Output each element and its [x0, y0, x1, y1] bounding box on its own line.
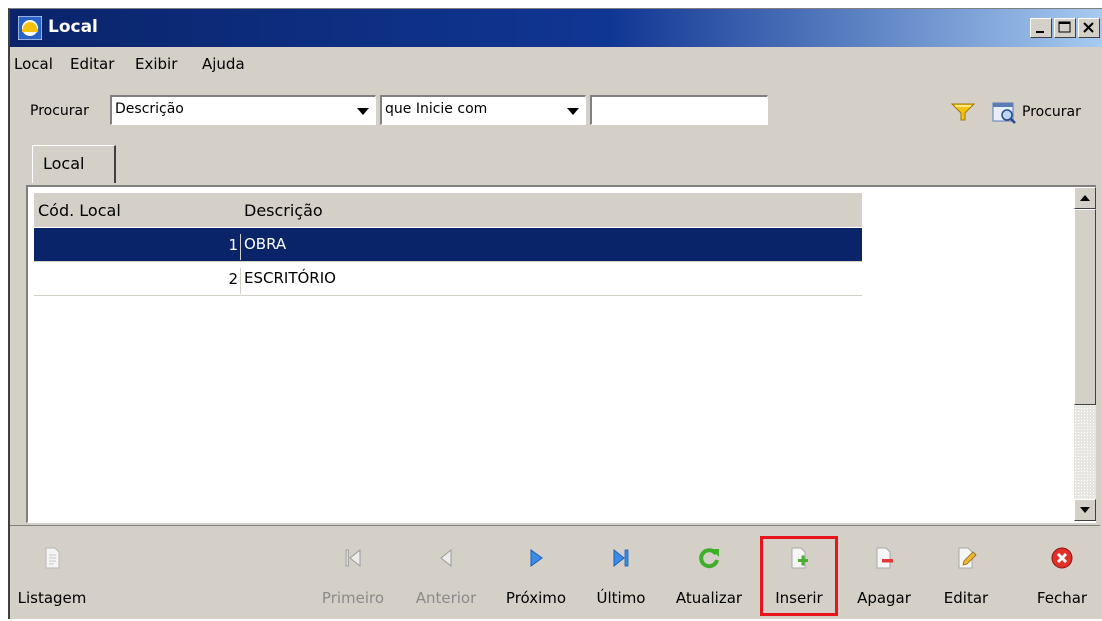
menu-ajuda[interactable]: Ajuda: [202, 55, 245, 73]
search-operator-select[interactable]: que Inicie com: [380, 95, 586, 125]
previous-record-icon: [440, 548, 452, 568]
close-icon: [1051, 547, 1073, 569]
first-record-icon: [345, 548, 361, 568]
title-bar[interactable]: Local: [10, 9, 1102, 47]
apagar-button[interactable]: Apagar: [848, 526, 920, 621]
edit-icon: [958, 547, 977, 569]
scroll-thumb[interactable]: [1074, 209, 1096, 405]
column-header-description[interactable]: Descrição: [244, 201, 323, 220]
search-button-label: Procurar: [1022, 104, 1081, 120]
menu-exibir[interactable]: Exibir: [135, 55, 177, 73]
proximo-label: Próximo: [505, 589, 567, 607]
inserir-highlight-box: [760, 536, 838, 616]
filter-icon[interactable]: [950, 101, 976, 123]
search-field-value: Descrição: [115, 101, 184, 117]
cell-description: ESCRITÓRIO: [240, 268, 336, 294]
editar-label: Editar: [943, 589, 989, 607]
menu-bar: Local Editar Exibir Ajuda: [10, 47, 1100, 81]
window-title: Local: [48, 17, 98, 37]
search-button[interactable]: Procurar: [992, 97, 1100, 127]
records-grid: Cód. Local Descrição 1 OBRA 2 ESCRITÓRIO: [26, 185, 1096, 523]
last-record-icon: [613, 548, 629, 568]
arrow-up-icon: [1080, 195, 1090, 201]
search-label: Procurar: [30, 103, 89, 119]
search-bar: Procurar Descrição que Inicie com Procur…: [10, 81, 1100, 131]
refresh-icon: [699, 548, 719, 569]
app-icon: [18, 16, 42, 40]
maximize-button[interactable]: [1054, 18, 1076, 38]
listagem-button[interactable]: Listagem: [10, 526, 94, 621]
editar-button[interactable]: Editar: [932, 526, 1000, 621]
primeiro-button[interactable]: Primeiro: [316, 526, 390, 621]
tab-strip: Local: [10, 131, 1100, 185]
tab-local[interactable]: Local: [32, 145, 116, 183]
ultimo-label: Último: [596, 589, 646, 607]
menu-editar[interactable]: Editar: [70, 55, 114, 73]
maximize-icon: [1058, 21, 1071, 33]
local-window: Local Local Editar Exibir Ajuda Procurar…: [8, 8, 1102, 619]
cell-code: 1: [228, 236, 238, 254]
vertical-scrollbar[interactable]: [1074, 187, 1096, 521]
atualizar-button[interactable]: Atualizar: [668, 526, 750, 621]
scroll-down-button[interactable]: [1074, 499, 1096, 521]
search-text-input[interactable]: [590, 95, 768, 125]
proximo-button[interactable]: Próximo: [498, 526, 574, 621]
close-window-button[interactable]: [1078, 18, 1100, 38]
cell-description: OBRA: [240, 234, 286, 260]
atualizar-label: Atualizar: [675, 589, 743, 607]
minimize-icon: [1036, 31, 1044, 33]
search-operator-value: que Inicie com: [385, 101, 488, 117]
fechar-button[interactable]: Fechar: [1024, 526, 1100, 621]
menu-local[interactable]: Local: [14, 55, 53, 73]
close-x-icon: [1083, 22, 1094, 33]
document-icon: [45, 547, 60, 569]
column-header-code[interactable]: Cód. Local: [38, 201, 121, 220]
anterior-button[interactable]: Anterior: [410, 526, 482, 621]
table-row[interactable]: 2 ESCRITÓRIO: [34, 262, 862, 296]
listagem-label: Listagem: [17, 589, 87, 607]
primeiro-label: Primeiro: [321, 589, 385, 607]
table-row[interactable]: 1 OBRA: [34, 228, 862, 262]
chevron-down-icon[interactable]: [567, 108, 579, 115]
delete-icon: [876, 547, 893, 569]
cell-code: 2: [228, 270, 238, 288]
records-table: Cód. Local Descrição 1 OBRA 2 ESCRITÓRIO: [34, 193, 862, 296]
arrow-down-icon: [1080, 507, 1090, 513]
anterior-label: Anterior: [415, 589, 477, 607]
table-header: Cód. Local Descrição: [34, 193, 862, 228]
fechar-label: Fechar: [1036, 589, 1088, 607]
ultimo-button[interactable]: Último: [586, 526, 656, 621]
tab-local-label: Local: [43, 154, 85, 173]
chevron-down-icon[interactable]: [357, 108, 369, 115]
next-record-icon: [530, 549, 543, 567]
minimize-button[interactable]: [1030, 18, 1052, 38]
scroll-up-button[interactable]: [1074, 187, 1096, 209]
apagar-label: Apagar: [857, 589, 911, 607]
search-field-select[interactable]: Descrição: [110, 95, 376, 125]
search-icon: [992, 102, 1016, 124]
navigation-toolbar: Listagem Primeiro Anterior Próximo Últim…: [10, 525, 1100, 621]
